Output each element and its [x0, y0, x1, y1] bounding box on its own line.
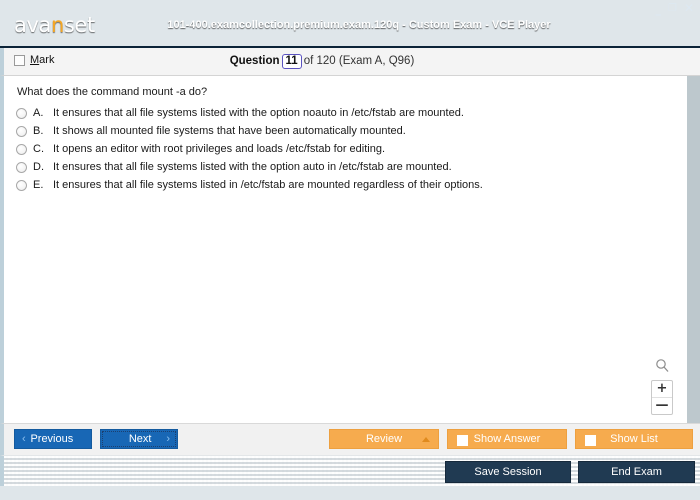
answer-text: It ensures that all file systems listed …: [53, 161, 452, 173]
maximize-icon[interactable]: ❐: [668, 3, 677, 14]
review-button[interactable]: Review: [329, 429, 439, 449]
answer-text: It ensures that all file systems listed …: [53, 107, 464, 119]
next-button-label: Next: [128, 433, 152, 445]
review-button-label: Review: [365, 433, 403, 445]
answer-radio-e[interactable]: [16, 180, 27, 191]
question-total: of 120 (Exam A, Q96): [303, 55, 415, 67]
show-list-button[interactable]: Show List: [575, 429, 693, 449]
answer-letter: D.: [33, 161, 44, 173]
answer-option[interactable]: D. It ensures that all file systems list…: [16, 161, 675, 173]
question-number-box[interactable]: 11: [281, 54, 302, 69]
window-title: 101-400.examcollection.premium.exam.120q…: [167, 19, 551, 31]
show-list-button-label: Show List: [610, 433, 658, 445]
window-controls: _ ❐ ✕: [655, 2, 694, 15]
show-answer-button-label: Show Answer: [473, 433, 541, 445]
zoom-widget: + —: [651, 358, 673, 415]
answer-letter: C.: [33, 143, 44, 155]
show-list-checkbox-icon[interactable]: [585, 435, 596, 446]
show-answer-checkbox-icon[interactable]: [457, 435, 468, 446]
show-answer-button[interactable]: Show Answer: [447, 429, 567, 449]
close-icon[interactable]: ✕: [684, 2, 694, 14]
answer-text: It shows all mounted file systems that h…: [53, 125, 406, 137]
chevron-right-icon: ›: [166, 433, 170, 445]
magnifier-icon[interactable]: [655, 358, 670, 376]
answer-option[interactable]: E. It ensures that all file systems list…: [16, 179, 675, 191]
question-panel: What does the command mount -a do? A. It…: [4, 76, 687, 423]
question-counter: Question 11 of 120 (Exam A, Q96): [4, 54, 700, 69]
answer-radio-a[interactable]: [16, 108, 27, 119]
answer-option[interactable]: B. It shows all mounted file systems tha…: [16, 125, 675, 137]
content-frame: What does the command mount -a do? A. It…: [0, 76, 700, 423]
question-prompt: What does the command mount -a do?: [17, 86, 208, 98]
zoom-in-button[interactable]: +: [652, 381, 672, 398]
answer-radio-b[interactable]: [16, 126, 27, 137]
answer-letter: A.: [33, 107, 44, 119]
answer-text: It ensures that all file systems listed …: [53, 179, 483, 191]
zoom-buttons: + —: [651, 380, 673, 415]
answer-letter: E.: [33, 179, 44, 191]
question-word: Question: [229, 55, 280, 67]
answer-radio-d[interactable]: [16, 162, 27, 173]
previous-button[interactable]: ‹ Previous: [14, 429, 92, 449]
answer-radio-c[interactable]: [16, 144, 27, 155]
question-status-bar: Mark Question 11 of 120 (Exam A, Q96): [0, 48, 700, 76]
vce-player-window: avanset 101-400.examcollection.premium.e…: [0, 0, 700, 500]
save-session-button[interactable]: Save Session: [445, 461, 571, 483]
status-bar: Save Session End Exam: [0, 455, 700, 486]
zoom-out-button[interactable]: —: [652, 398, 672, 414]
chevron-left-icon: ‹: [22, 433, 26, 445]
answer-letter: B.: [33, 125, 44, 137]
previous-button-label: Previous: [30, 433, 74, 445]
answer-option[interactable]: A. It ensures that all file systems list…: [16, 107, 675, 119]
minimize-icon[interactable]: _: [655, 4, 661, 15]
answer-text: It opens an editor with root privileges …: [53, 143, 386, 155]
navigation-toolbar: ‹ Previous Next › Review Show Answer Sho…: [0, 423, 700, 455]
answer-option[interactable]: C. It opens an editor with root privileg…: [16, 143, 675, 155]
end-exam-button[interactable]: End Exam: [578, 461, 695, 483]
title-bar: avanset 101-400.examcollection.premium.e…: [0, 0, 700, 48]
caret-up-icon: [422, 437, 430, 442]
next-button[interactable]: Next ›: [100, 429, 178, 449]
